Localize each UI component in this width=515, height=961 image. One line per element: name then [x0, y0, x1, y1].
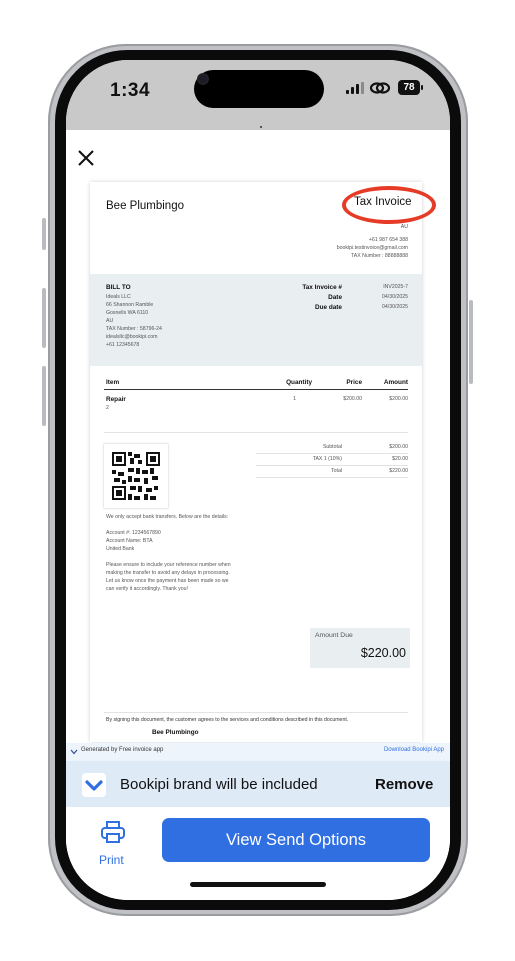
amount-due-label: Amount Due	[315, 632, 353, 639]
item-quantity: 1	[293, 396, 296, 402]
bill-to-line: idealsllc@bookipi.com	[106, 334, 158, 340]
totals-divider	[256, 477, 408, 478]
dynamic-island	[194, 70, 324, 108]
table-divider	[104, 432, 408, 433]
phone-screen: 1:34 78 Bee Plumbingo AU +61 987 654 388…	[66, 60, 450, 900]
amount-due-panel: Amount Due $220.00	[310, 628, 410, 668]
view-send-options-button[interactable]: View Send Options	[162, 818, 430, 862]
totals-value: $220.00	[389, 468, 408, 474]
sender-email: bookipi.testinvoice@gmail.com	[336, 245, 408, 251]
table-row: Repair 2 1 $200.00 $200.00	[90, 394, 422, 414]
item-name: Repair	[106, 396, 126, 403]
qr-code-icon	[112, 452, 160, 500]
signature-name: Bee Plumbingo	[152, 729, 199, 736]
totals-divider	[256, 453, 408, 454]
item-price: $200.00	[343, 396, 362, 402]
meta-label: Due date	[315, 304, 342, 311]
bill-to-label: BILL TO	[106, 284, 131, 291]
bookipi-logo	[82, 773, 106, 797]
chevron-down-icon[interactable]	[70, 749, 78, 755]
table-divider	[104, 389, 408, 390]
bill-to-line: Ideals LLC	[106, 294, 131, 300]
bill-to-line: AU	[106, 318, 114, 324]
close-icon[interactable]	[76, 148, 96, 168]
meta-value: 04/30/2025	[382, 294, 408, 300]
sender-country: AU	[400, 224, 408, 230]
highlight-annotation	[342, 186, 436, 224]
item-amount: $200.00	[389, 396, 408, 402]
meta-value: 04/30/2025	[382, 304, 408, 310]
sender-phone: +61 987 654 388	[368, 237, 408, 243]
meta-label: Date	[328, 294, 342, 301]
bookipi-check-icon	[85, 780, 103, 791]
totals-divider	[256, 465, 408, 466]
print-button[interactable]: Print	[88, 820, 138, 874]
signature-divider	[104, 712, 408, 713]
bill-to-line: 66 Shannon Ramble	[106, 302, 154, 308]
battery-tip	[421, 85, 423, 90]
payment-note: We only accept bank transfers. Below are…	[106, 514, 229, 520]
print-label: Print	[99, 853, 124, 867]
remove-button[interactable]: Remove	[375, 776, 433, 793]
bill-to-panel: BILL TO Ideals LLC 66 Shannon Ramble Gos…	[90, 274, 422, 366]
bank-line: Account Name: BTA	[106, 538, 153, 544]
bank-line: United Bank	[106, 546, 135, 552]
reference-line: Let us know once the payment has been ma…	[106, 578, 229, 584]
reference-line: Please ensure to include your reference …	[106, 562, 231, 568]
home-indicator	[190, 882, 326, 887]
phone-side-button	[42, 218, 46, 250]
totals-label: TAX 1 (10%)	[312, 456, 342, 462]
totals-label: Subtotal	[322, 444, 342, 450]
column-item: Item	[106, 379, 120, 386]
meta-value: INV2025-7	[383, 284, 408, 290]
totals-value: $20.00	[392, 456, 408, 462]
totals-label: Total	[331, 468, 342, 474]
amount-due-value: $220.00	[360, 646, 406, 660]
signal-icon	[346, 82, 364, 94]
signature-text: By signing this document, the customer a…	[106, 717, 349, 723]
column-quantity: Quantity	[286, 379, 312, 386]
company-name: Bee Plumbingo	[106, 200, 184, 212]
bill-to-line: TAX Number : 58796-24	[106, 326, 162, 332]
meta-label: Tax Invoice #	[302, 284, 342, 291]
sheet-grabber	[260, 126, 262, 128]
status-time: 1:34	[110, 80, 151, 101]
column-amount: Amount	[383, 379, 408, 386]
sender-tax-number: TAX Number : 88888888	[351, 253, 408, 259]
bank-line: Account #: 1234567890	[106, 530, 161, 536]
generated-by-bar: Generated by Free invoice app Download B…	[66, 743, 450, 761]
phone-side-button	[42, 366, 46, 426]
printer-icon	[101, 821, 125, 843]
bill-to-line: Gosnells WA 6110	[106, 310, 149, 316]
invoice-document[interactable]: Bee Plumbingo AU +61 987 654 388 bookipi…	[90, 182, 422, 742]
battery-icon: 78	[398, 80, 420, 95]
generated-by-text: Generated by Free invoice app	[81, 747, 164, 753]
brand-banner-text: Bookipi brand will be included	[120, 776, 318, 793]
status-bar: 1:34 78	[66, 60, 450, 130]
reference-line: making the transfer to avoid any delays …	[106, 570, 230, 576]
camera-icon	[199, 75, 207, 83]
column-price: Price	[346, 379, 362, 386]
download-app-link[interactable]: Download Bookipi App	[384, 747, 444, 753]
totals-value: $200.00	[389, 444, 408, 450]
qr-code	[104, 444, 168, 508]
item-description: 2	[106, 405, 109, 411]
phone-side-button	[469, 300, 473, 384]
reference-line: can verify it accordingly. Thank you!	[106, 586, 188, 592]
phone-side-button	[42, 288, 46, 348]
bill-to-line: +61 12345678	[106, 342, 140, 348]
link-icon	[369, 82, 391, 94]
